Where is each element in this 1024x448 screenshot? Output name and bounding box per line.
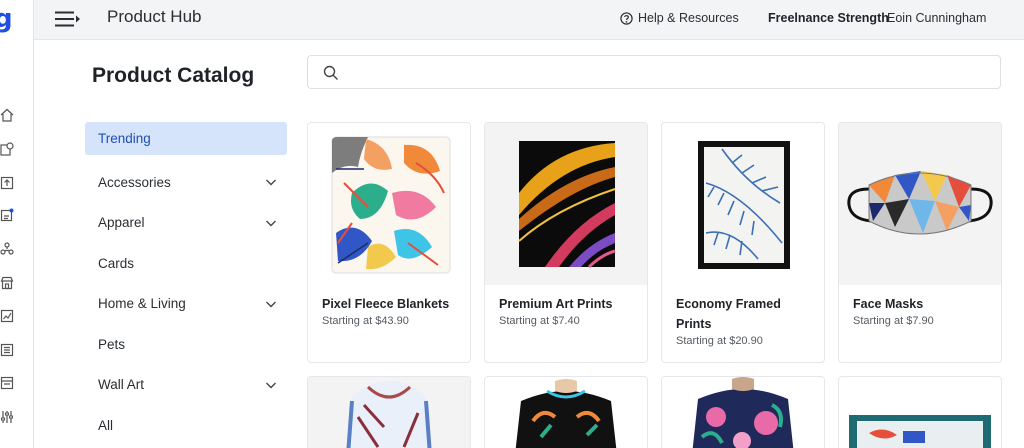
category-label: Apparel bbox=[98, 215, 145, 231]
product-card[interactable]: Face Masks Starting at $7.90 bbox=[838, 122, 1002, 363]
help-link[interactable]: Help & Resources bbox=[620, 11, 739, 25]
brand-logo[interactable]: g bbox=[0, 6, 13, 32]
category-cards[interactable]: Cards bbox=[85, 243, 287, 284]
product-name: Face Masks bbox=[853, 297, 924, 311]
help-icon bbox=[620, 11, 633, 25]
analytics-icon[interactable] bbox=[0, 309, 14, 323]
search-icon bbox=[323, 65, 338, 80]
product-image-hoodie-floral bbox=[662, 377, 824, 448]
product-image-blanket bbox=[308, 123, 470, 285]
left-rail: g bbox=[0, 0, 34, 448]
page-title: Product Catalog bbox=[92, 64, 255, 87]
user-name[interactable]: Eoin Cunningham bbox=[887, 11, 986, 25]
help-link-label: Help & Resources bbox=[638, 11, 739, 25]
settings-sliders-icon[interactable] bbox=[0, 410, 13, 423]
upload-icon[interactable] bbox=[0, 176, 14, 190]
product-card[interactable]: Premium Art Prints Starting at $7.40 bbox=[484, 122, 648, 363]
category-trending[interactable]: Trending bbox=[85, 122, 287, 155]
category-label: Accessories bbox=[98, 174, 171, 190]
product-card[interactable] bbox=[661, 376, 825, 448]
menu-toggle-icon[interactable] bbox=[54, 10, 82, 28]
product-image-rug bbox=[839, 377, 1001, 448]
product-price: Starting at $7.40 bbox=[499, 315, 580, 327]
product-image-framed-print bbox=[662, 123, 824, 285]
top-bar: Product Hub Help & Resources Freelnance … bbox=[34, 0, 1024, 40]
category-label: Trending bbox=[98, 131, 151, 146]
billing-icon[interactable] bbox=[0, 343, 14, 357]
category-all[interactable]: All bbox=[85, 405, 287, 446]
chevron-down-icon bbox=[266, 220, 276, 227]
orders-icon[interactable] bbox=[0, 208, 14, 222]
product-price: Starting at $20.90 bbox=[676, 335, 763, 347]
app-title: Product Hub bbox=[107, 7, 202, 26]
search-input[interactable] bbox=[350, 62, 990, 84]
category-label: Home & Living bbox=[98, 296, 186, 312]
store-icon[interactable] bbox=[0, 276, 14, 290]
product-price: Starting at $43.90 bbox=[322, 315, 409, 327]
product-name: Pixel Fleece Blankets bbox=[322, 297, 450, 311]
product-image-face-mask bbox=[839, 123, 1001, 285]
product-card[interactable] bbox=[307, 376, 471, 448]
category-label: Pets bbox=[98, 336, 126, 352]
product-image-hoodie bbox=[308, 377, 470, 448]
category-accessories[interactable]: Accessories bbox=[85, 162, 287, 203]
category-wall-art[interactable]: Wall Art bbox=[85, 365, 287, 406]
home-icon[interactable] bbox=[0, 108, 14, 122]
category-label: All bbox=[98, 417, 114, 433]
category-pets[interactable]: Pets bbox=[85, 324, 287, 365]
store-name[interactable]: Freelnance Strength bbox=[768, 11, 889, 25]
integrations-icon[interactable] bbox=[0, 242, 14, 255]
category-apparel[interactable]: Apparel bbox=[85, 203, 287, 244]
product-card[interactable]: Pixel Fleece Blankets Starting at $43.90 bbox=[307, 122, 471, 363]
category-list: Trending Accessories Apparel Cards Home … bbox=[85, 122, 287, 446]
reports-icon[interactable] bbox=[0, 376, 14, 390]
catalog-icon[interactable] bbox=[0, 142, 14, 156]
product-price: Starting at $7.90 bbox=[853, 315, 934, 327]
product-name: Premium Art Prints bbox=[499, 297, 613, 311]
category-label: Cards bbox=[98, 255, 135, 271]
product-name: Economy Framed Prints bbox=[676, 297, 781, 331]
product-card[interactable]: Economy Framed Prints Starting at $20.90 bbox=[661, 122, 825, 363]
chevron-down-icon bbox=[266, 382, 276, 389]
category-home-living[interactable]: Home & Living bbox=[85, 284, 287, 325]
chevron-down-icon bbox=[266, 179, 276, 186]
product-card[interactable] bbox=[838, 376, 1002, 448]
search-box[interactable] bbox=[307, 55, 1001, 89]
chevron-down-icon bbox=[266, 301, 276, 308]
product-image-art-print bbox=[485, 123, 647, 285]
category-label: Wall Art bbox=[98, 377, 145, 393]
product-image-sweatshirt bbox=[485, 377, 647, 448]
product-card[interactable] bbox=[484, 376, 648, 448]
